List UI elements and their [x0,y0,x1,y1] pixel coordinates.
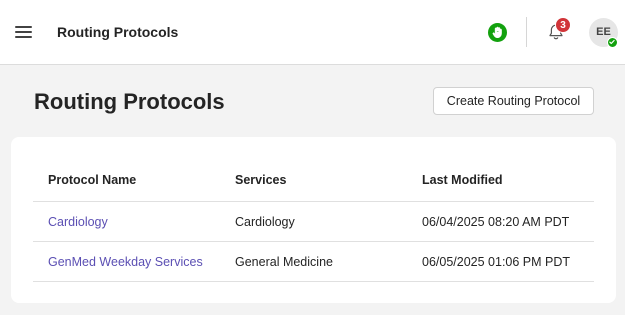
header-divider [526,17,527,47]
table-header-row: Protocol Name Services Last Modified [33,159,594,202]
services-cell: Cardiology [235,214,295,229]
protocols-table: Protocol Name Services Last Modified Car… [33,159,594,282]
protocol-name-link[interactable]: GenMed Weekday Services [48,242,203,281]
create-routing-protocol-button[interactable]: Create Routing Protocol [433,87,594,115]
column-header-services[interactable]: Services [235,159,286,201]
last-modified-cell: 06/05/2025 01:06 PM PDT [422,254,571,269]
table-row[interactable]: GenMed Weekday Services General Medicine… [33,242,594,282]
app-title: Routing Protocols [57,24,179,40]
page-title: Routing Protocols [34,89,225,114]
menu-icon [15,26,32,28]
presence-status-badge [607,37,618,48]
column-header-protocol-name[interactable]: Protocol Name [48,159,136,201]
protocol-name-link[interactable]: Cardiology [48,202,108,241]
table-row[interactable]: Cardiology Cardiology 06/04/2025 08:20 A… [33,202,594,242]
last-modified-cell: 06/04/2025 08:20 AM PDT [422,214,570,229]
services-cell: General Medicine [235,254,333,269]
notification-badge: 3 [555,17,571,33]
presence-button[interactable] [488,23,507,42]
column-header-last-modified[interactable]: Last Modified [422,159,503,201]
checkmark-icon [609,39,615,45]
top-bar: Routing Protocols 3 EE [0,0,625,65]
protocols-card: Protocol Name Services Last Modified Car… [11,137,616,303]
hand-icon [492,26,502,39]
menu-icon-line [15,31,32,33]
menu-icon-line [15,36,32,38]
menu-button[interactable] [14,23,34,41]
